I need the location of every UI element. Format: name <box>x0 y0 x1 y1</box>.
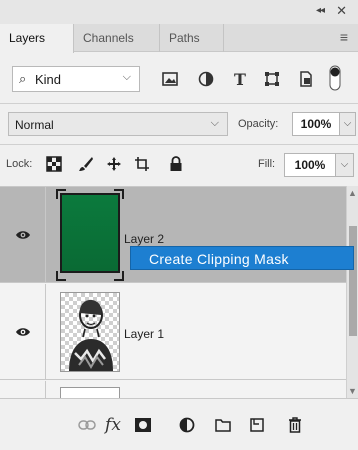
selection-corner <box>114 189 124 199</box>
scroll-up-icon[interactable]: ▲ <box>348 188 357 198</box>
fill-input[interactable]: 100% <box>284 153 336 177</box>
type-layer-filter-icon[interactable]: T <box>230 69 250 89</box>
search-icon: ⌕ <box>19 71 27 86</box>
layers-bottom-toolbar: fx <box>0 398 358 450</box>
opacity-label: Opacity: <box>238 118 279 130</box>
opacity-dropdown-button[interactable]: ⌵ <box>340 112 356 136</box>
layers-list: Layer 2 Layer 1 <box>0 186 346 398</box>
lock-image-pixels-icon[interactable] <box>76 154 96 174</box>
add-mask-icon[interactable] <box>132 415 154 435</box>
visibility-cell[interactable] <box>0 187 46 282</box>
layers-scrollbar[interactable]: ▲ ▼ <box>346 186 358 398</box>
filter-toggle-icon[interactable] <box>328 64 342 92</box>
chevron-down-icon: ⌵ <box>340 159 349 170</box>
visibility-cell[interactable] <box>0 284 46 379</box>
tab-channels[interactable]: Channels <box>74 24 160 52</box>
shape-layer-filter-icon[interactable] <box>262 69 282 89</box>
selection-corner <box>114 271 124 281</box>
layer-name: Layer 2 <box>124 232 165 246</box>
filter-kind-label: Kind <box>35 72 62 87</box>
new-adjustment-layer-icon[interactable] <box>176 415 198 435</box>
blend-mode-dropdown[interactable]: Normal ⌵ <box>8 112 228 136</box>
lock-artboard-icon[interactable] <box>132 154 152 174</box>
lock-all-icon[interactable] <box>166 154 186 174</box>
fill-label: Fill: <box>258 158 276 170</box>
scrollbar-thumb[interactable] <box>349 226 357 336</box>
lock-label: Lock: <box>6 158 33 170</box>
selection-corner <box>56 271 66 281</box>
chevron-down-icon: ⌵ <box>343 118 352 129</box>
adjustment-layer-filter-icon[interactable] <box>196 69 216 89</box>
chevron-down-icon: ⌵ <box>122 71 131 83</box>
tab-layers[interactable]: Layers <box>0 24 74 53</box>
layer-row-layer-1[interactable]: Layer 1 <box>0 284 346 380</box>
blend-row: Normal ⌵ Opacity: 100% ⌵ <box>0 103 358 143</box>
panel-menu-icon[interactable]: ≡ <box>340 29 348 45</box>
smart-object-filter-icon[interactable] <box>296 69 316 89</box>
scroll-down-icon[interactable]: ▼ <box>348 386 357 396</box>
visibility-cell[interactable] <box>0 381 46 398</box>
layer-name: Layer 1 <box>124 327 165 341</box>
opacity-input[interactable]: 100% <box>292 112 340 136</box>
fx-icon[interactable]: fx <box>102 415 124 435</box>
filter-row: ⌕ Kind ⌵ T <box>0 52 358 102</box>
layer-row-background[interactable] <box>0 381 346 398</box>
tab-paths[interactable]: Paths <box>160 24 224 52</box>
pixel-layer-filter-icon[interactable] <box>160 69 180 89</box>
lock-row: Lock: Fill: 100% ⌵ <box>0 144 358 184</box>
delete-layer-icon[interactable] <box>284 415 306 435</box>
panel-tabs: Layers Channels Paths ≡ <box>0 24 358 53</box>
layer-thumbnail <box>60 292 120 372</box>
close-panel-icon[interactable]: ✕ <box>336 3 347 19</box>
lock-transparent-pixels-icon[interactable] <box>44 154 64 174</box>
fill-dropdown-button[interactable]: ⌵ <box>336 153 354 177</box>
eye-icon[interactable] <box>15 326 31 338</box>
link-layers-icon[interactable] <box>76 415 98 435</box>
lock-position-icon[interactable] <box>104 154 124 174</box>
layer-thumbnail <box>60 193 120 273</box>
collapse-panel-icon[interactable]: ◂◂ <box>316 5 325 16</box>
selection-corner <box>56 189 66 199</box>
chevron-down-icon: ⌵ <box>210 117 219 129</box>
create-clipping-mask-menu-item[interactable]: Create Clipping Mask <box>130 246 354 270</box>
blend-mode-label: Normal <box>15 118 54 132</box>
eye-icon[interactable] <box>15 229 31 241</box>
person-photo-icon <box>69 299 113 371</box>
layers-panel: ◂◂ ✕ Layers Channels Paths ≡ ⌕ Kind ⌵ T <box>0 0 358 450</box>
layer-thumbnail <box>60 387 120 398</box>
filter-kind-dropdown[interactable]: ⌕ Kind ⌵ <box>12 66 140 92</box>
new-group-icon[interactable] <box>212 415 234 435</box>
new-layer-icon[interactable] <box>246 415 268 435</box>
panel-title-strip: ◂◂ ✕ <box>0 0 358 24</box>
